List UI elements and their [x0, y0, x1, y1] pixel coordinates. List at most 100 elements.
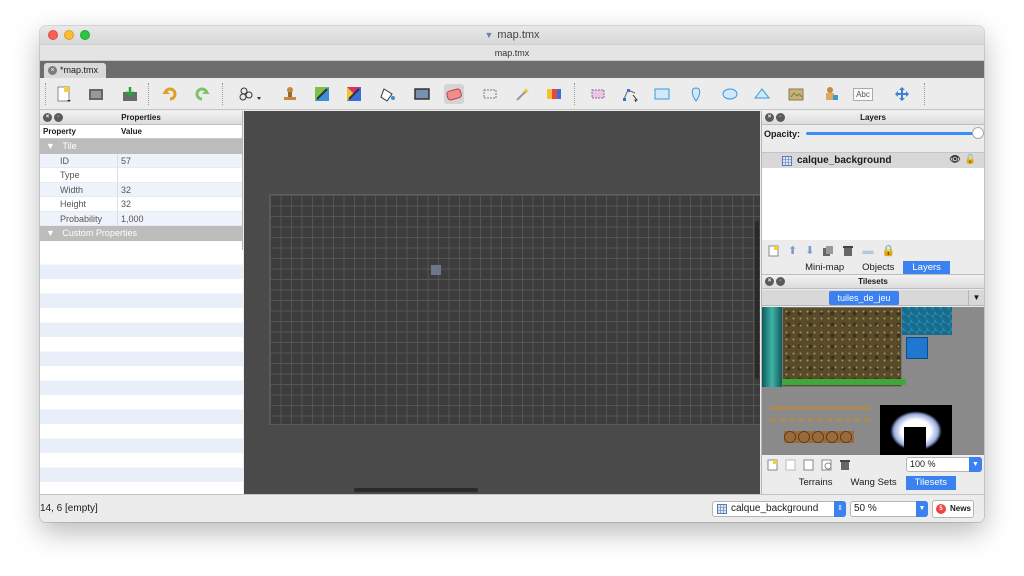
- float-panel-icon[interactable]: ◦: [776, 113, 785, 122]
- tileset-view[interactable]: [762, 307, 984, 455]
- float-panel-icon[interactable]: ◦: [54, 113, 63, 122]
- tab-terrains[interactable]: Terrains: [790, 476, 842, 490]
- open-button[interactable]: [86, 84, 106, 104]
- tileset-tile[interactable]: [902, 307, 952, 335]
- map-canvas[interactable]: [244, 111, 760, 494]
- tile-layer-icon: [782, 155, 792, 166]
- map-grid[interactable]: [269, 194, 760, 425]
- map-file-icon: ▼: [484, 30, 494, 40]
- tileset-tile[interactable]: [782, 307, 902, 387]
- tab-mini-map[interactable]: Mini-map: [796, 261, 853, 274]
- move-tool-button[interactable]: [892, 84, 912, 104]
- tileset-tile[interactable]: [782, 379, 906, 385]
- current-layer-select[interactable]: calque_background ⇕: [712, 501, 846, 517]
- group-tile[interactable]: ▼ Tile: [40, 139, 242, 154]
- insert-point-button[interactable]: [686, 84, 706, 104]
- save-button[interactable]: [120, 84, 140, 104]
- table-row[interactable]: Type: [40, 168, 242, 183]
- chevron-down-icon[interactable]: ▼: [916, 501, 928, 517]
- rect-select-button[interactable]: [480, 84, 500, 104]
- document-tab[interactable]: × *map.tmx: [44, 63, 106, 78]
- insert-text-button[interactable]: Abc: [852, 84, 874, 104]
- unlock-icon[interactable]: 🔓: [965, 154, 976, 165]
- bucket-fill-button[interactable]: [378, 84, 398, 104]
- select-objects-button[interactable]: [588, 84, 608, 104]
- new-tileset-icon[interactable]: [767, 459, 779, 471]
- tileset-tile[interactable]: [880, 405, 952, 455]
- tileset-list-dropdown[interactable]: ▼: [968, 290, 984, 306]
- undo-button[interactable]: [160, 84, 180, 104]
- close-window-button[interactable]: [48, 30, 58, 40]
- tileset-tile[interactable]: [770, 407, 870, 421]
- lower-layer-icon[interactable]: ⬇: [805, 244, 814, 257]
- property-value[interactable]: [118, 168, 121, 182]
- zoom-window-button[interactable]: [80, 30, 90, 40]
- toggle-other-layers-icon[interactable]: ▬: [862, 245, 873, 257]
- insert-polygon-button[interactable]: [752, 84, 772, 104]
- horizontal-scrollbar[interactable]: [354, 488, 478, 492]
- float-panel-icon[interactable]: ◦: [776, 277, 785, 286]
- insert-rectangle-button[interactable]: [652, 84, 672, 104]
- table-row[interactable]: Height 32: [40, 197, 242, 212]
- close-tab-icon[interactable]: ×: [48, 66, 57, 75]
- close-panel-icon[interactable]: ×: [765, 113, 774, 122]
- tileset-zoom-select[interactable]: 100 % ▼: [906, 457, 982, 472]
- app-window: ▼ map.tmx map.tmx × *map.tmx Abc × ◦ Pro…: [40, 26, 984, 522]
- delete-layer-icon[interactable]: [842, 245, 854, 257]
- edit-tileset-icon[interactable]: [821, 459, 833, 471]
- tileset-tile[interactable]: [784, 431, 854, 443]
- magic-wand-button[interactable]: [512, 84, 532, 104]
- redo-button[interactable]: [192, 84, 212, 104]
- embed-tileset-icon[interactable]: [785, 459, 797, 471]
- vertical-scrollbar[interactable]: [755, 221, 759, 379]
- col-value[interactable]: Value: [118, 125, 142, 138]
- edit-polygons-button[interactable]: [620, 84, 640, 104]
- tab-layers[interactable]: Layers: [903, 261, 950, 274]
- tileset-tile[interactable]: [762, 307, 782, 387]
- tileset-tabs: tuiles_de_jeu ▼: [762, 290, 984, 306]
- edit-polygons-icon: [623, 89, 639, 103]
- export-tileset-icon[interactable]: [803, 459, 815, 471]
- new-map-button[interactable]: [54, 84, 74, 104]
- insert-template-button[interactable]: [820, 84, 840, 104]
- insert-ellipse-button[interactable]: [720, 84, 740, 104]
- layer-row[interactable]: calque_background 👁 🔓: [762, 153, 984, 168]
- close-panel-icon[interactable]: ×: [765, 277, 774, 286]
- wang-brush-button[interactable]: [344, 84, 364, 104]
- remove-tileset-icon[interactable]: [839, 459, 851, 471]
- redo-icon: [195, 87, 210, 101]
- table-row[interactable]: Width 32: [40, 182, 242, 197]
- col-property[interactable]: Property: [40, 125, 118, 138]
- duplicate-layer-icon[interactable]: [822, 245, 834, 257]
- opacity-slider[interactable]: [806, 127, 984, 139]
- stamp-brush-button[interactable]: [280, 84, 300, 104]
- visibility-eye-icon[interactable]: 👁: [949, 154, 960, 165]
- eraser-button[interactable]: [444, 84, 464, 104]
- group-custom-properties[interactable]: ▼ Custom Properties: [40, 226, 242, 241]
- table-row[interactable]: Probability 1,000: [40, 211, 242, 226]
- news-button[interactable]: 5 News: [932, 500, 974, 518]
- zoom-select[interactable]: 50 % ▼: [850, 501, 928, 517]
- chevron-updown-icon[interactable]: ⇕: [834, 501, 846, 517]
- insert-tile-button[interactable]: [786, 84, 806, 104]
- shape-fill-button[interactable]: [412, 84, 432, 104]
- tab-tuiles-de-jeu[interactable]: tuiles_de_jeu: [829, 291, 899, 305]
- property-value[interactable]: 1,000: [118, 212, 144, 226]
- chevron-down-icon[interactable]: ▼: [969, 457, 982, 472]
- opacity-slider-handle[interactable]: [972, 127, 984, 139]
- tileset-tile[interactable]: [906, 337, 928, 359]
- terrain-brush-button[interactable]: [312, 84, 332, 104]
- tab-wang-sets[interactable]: Wang Sets: [841, 476, 905, 490]
- select-same-tile-button[interactable]: [544, 84, 564, 104]
- random-mode-button[interactable]: [236, 84, 264, 104]
- tab-tilesets[interactable]: Tilesets: [905, 476, 956, 490]
- tab-objects[interactable]: Objects: [853, 261, 903, 274]
- properties-column-headers: Property Value: [40, 125, 242, 139]
- minimize-window-button[interactable]: [64, 30, 74, 40]
- layers-title: Layers: [860, 113, 886, 122]
- raise-layer-icon[interactable]: ⬆: [788, 244, 797, 257]
- table-row[interactable]: ID 57: [40, 153, 242, 168]
- close-panel-icon[interactable]: ×: [43, 113, 52, 122]
- new-layer-icon[interactable]: [768, 245, 780, 257]
- lock-other-layers-icon[interactable]: 🔒: [881, 244, 895, 257]
